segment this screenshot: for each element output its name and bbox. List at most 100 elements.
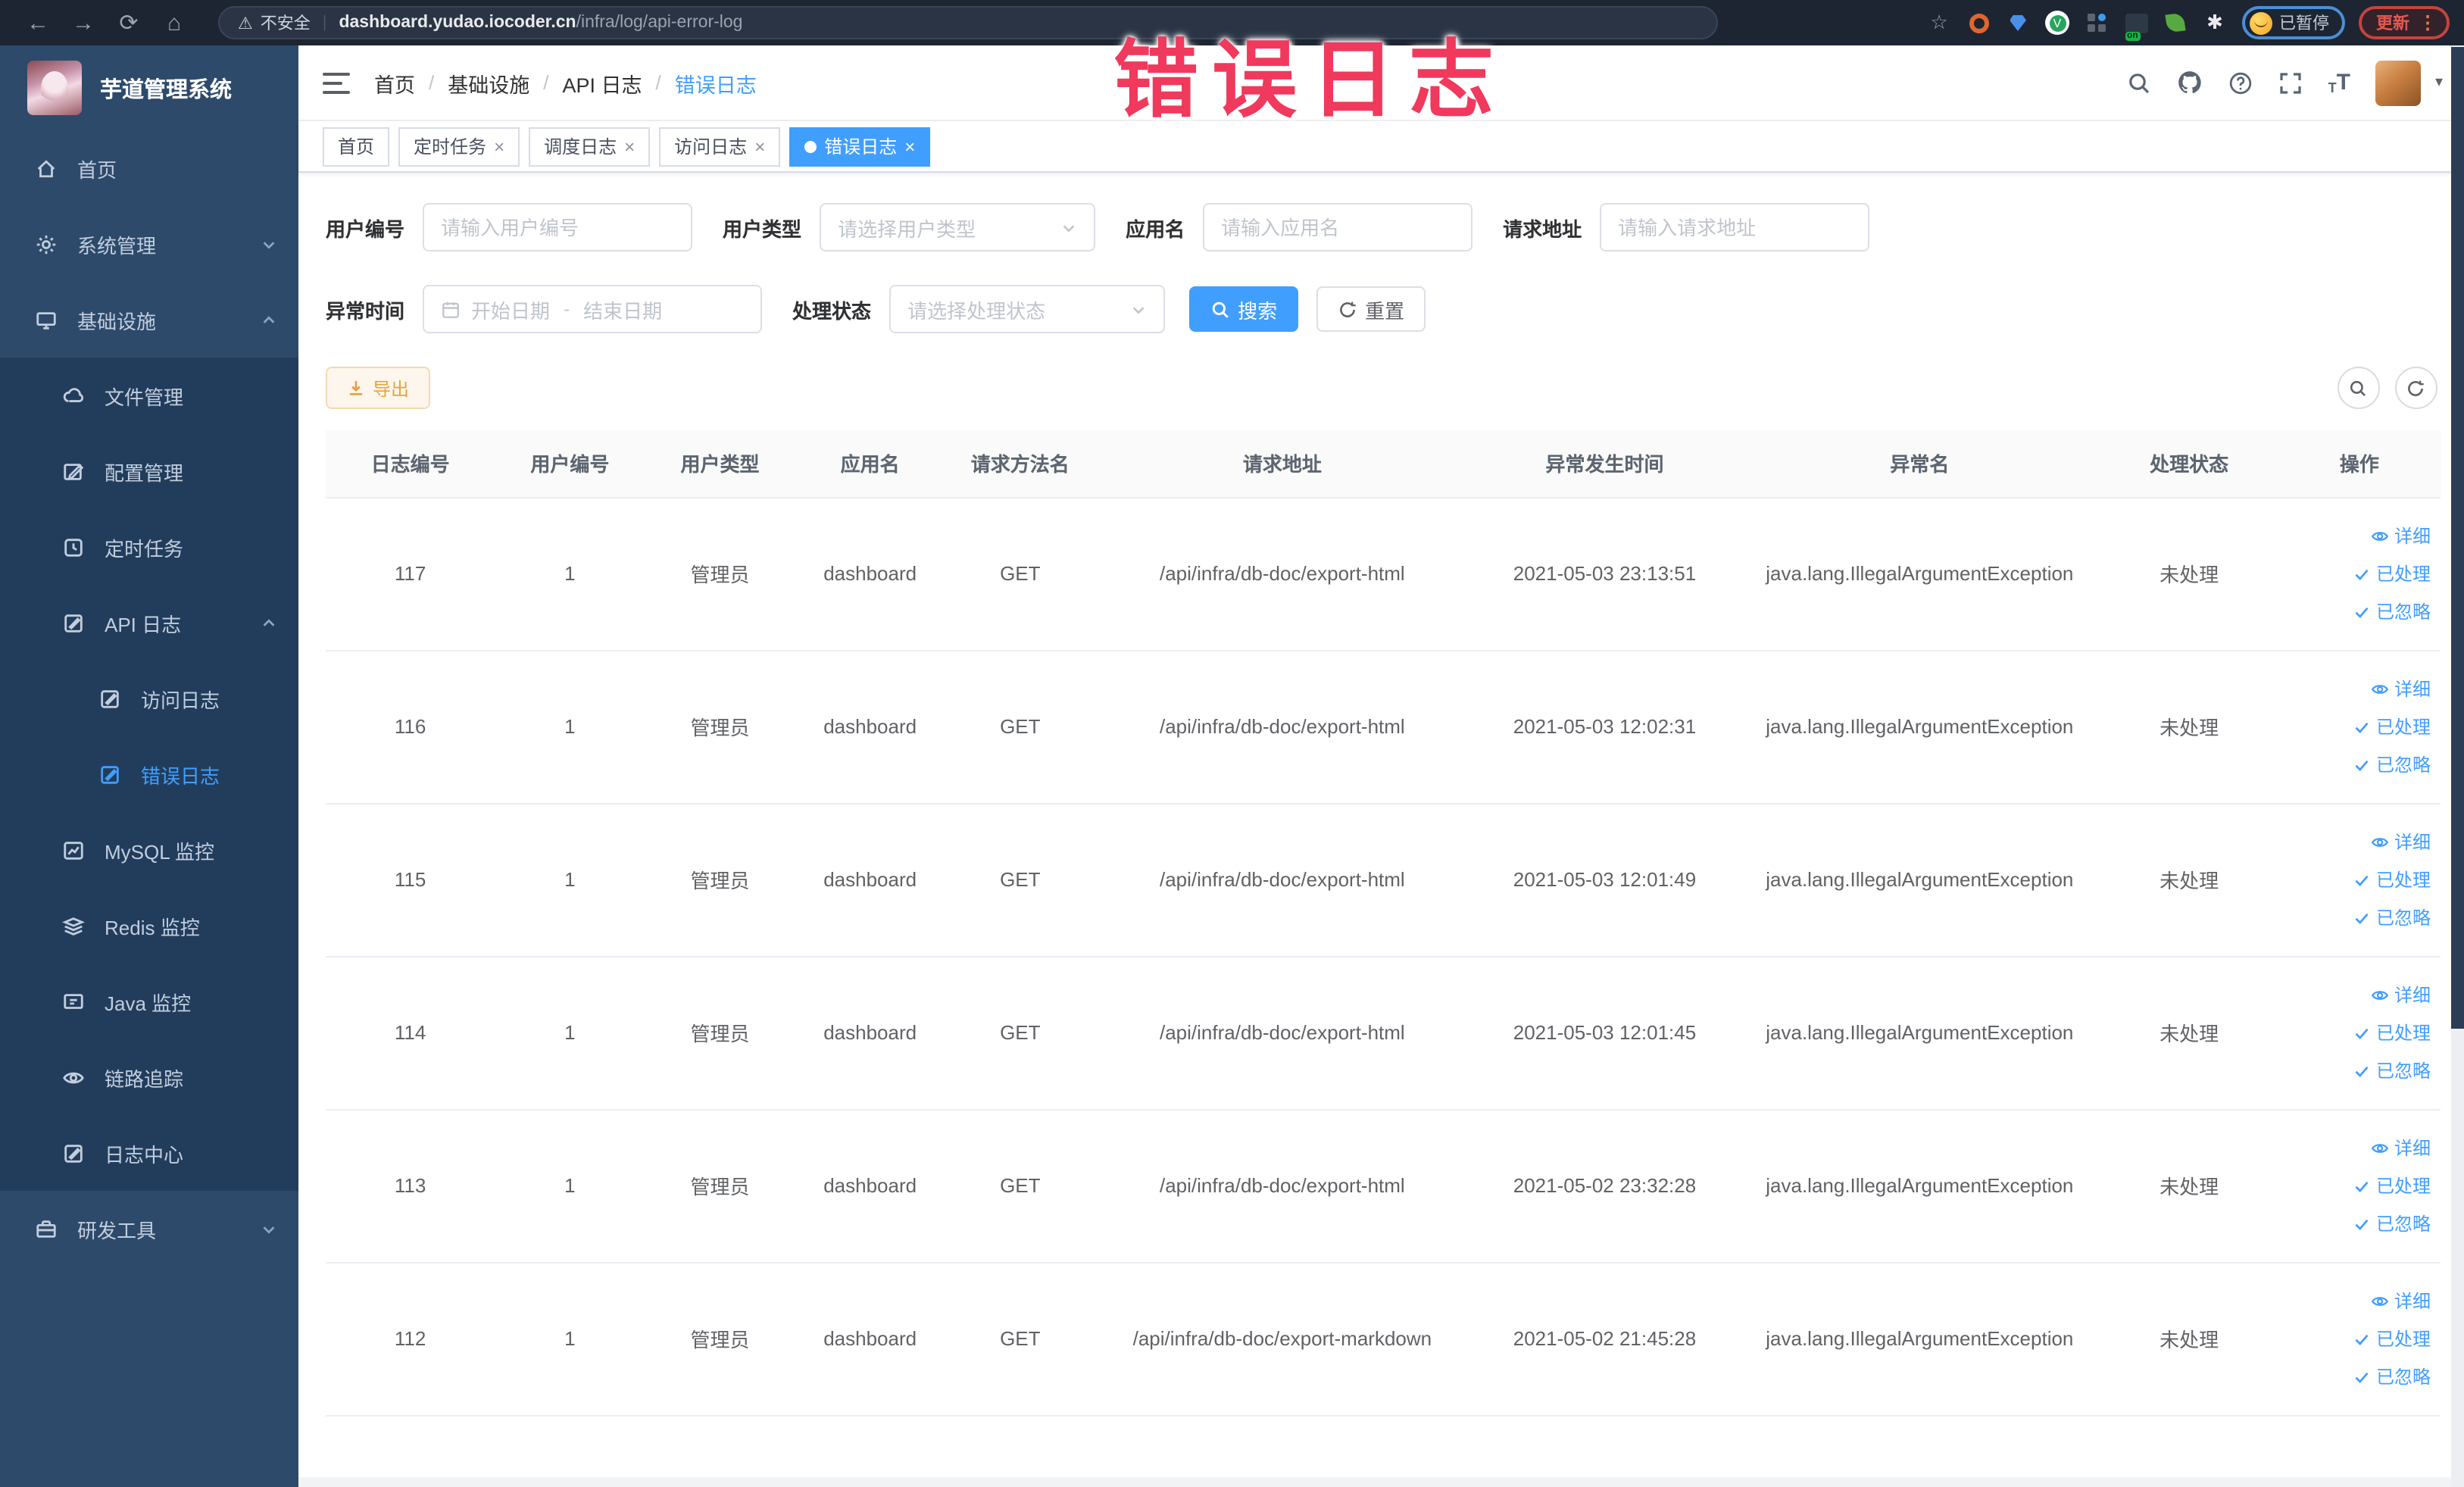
sidebar-item-label: API 日志	[105, 613, 182, 636]
sidebar-item-scheduled-job[interactable]: 定时任务	[0, 509, 298, 585]
detail-link[interactable]: 详细	[2279, 670, 2431, 708]
browser-home-icon[interactable]: ⌂	[151, 5, 197, 41]
export-button[interactable]: 导出	[326, 367, 431, 409]
reset-button[interactable]: 重置	[1316, 286, 1426, 332]
breadcrumb-api-log[interactable]: API 日志	[563, 67, 642, 98]
sidebar-item-label: Java 监控	[105, 992, 192, 1014]
mark-ignored-link[interactable]: 已忽略	[2279, 1357, 2431, 1395]
sidebar-item-file-manage[interactable]: 文件管理	[0, 358, 298, 433]
extension-v-icon[interactable]: V	[2044, 10, 2070, 36]
request-url-field[interactable]	[1600, 203, 1870, 251]
sidebar-item-java-monitor[interactable]: Java 监控	[0, 964, 298, 1039]
cell-user-type: 管理员	[645, 803, 795, 957]
tab-close-icon[interactable]: ×	[754, 136, 765, 157]
tab-close-icon[interactable]: ×	[494, 136, 504, 157]
user-avatar[interactable]	[2375, 60, 2422, 105]
breadcrumb-home[interactable]: 首页	[374, 67, 415, 98]
mark-processed-link[interactable]: 已处理	[2279, 1167, 2431, 1204]
user-id-input[interactable]	[441, 216, 675, 239]
mark-ignored-link[interactable]: 已忽略	[2279, 1204, 2431, 1242]
search-icon[interactable]	[2127, 70, 2151, 95]
cell-user-type: 管理员	[645, 650, 795, 804]
vertical-scrollbar-thumb[interactable]	[2450, 47, 2464, 1029]
cell-exception-name: java.lang.IllegalArgumentException	[1740, 803, 2100, 957]
mark-ignored-link[interactable]: 已忽略	[2279, 898, 2431, 936]
request-url-input[interactable]	[1618, 216, 1852, 239]
cell-actions: 详细 已处理 已忽略	[2278, 497, 2440, 651]
breadcrumb-infra[interactable]: 基础设施	[448, 67, 529, 98]
vertical-scrollbar-track[interactable]	[2450, 45, 2464, 1487]
calendar-icon	[441, 299, 461, 319]
sidebar-item-label: 系统管理	[77, 234, 157, 257]
app-name-field[interactable]	[1203, 203, 1473, 251]
tab-schedule-log[interactable]: 调度日志 ×	[529, 127, 651, 166]
collapse-sidebar-icon[interactable]	[323, 72, 350, 93]
sidebar-item-api-log[interactable]: API 日志	[0, 585, 298, 661]
mark-processed-link[interactable]: 已处理	[2279, 708, 2431, 745]
app-name-input[interactable]	[1221, 216, 1455, 239]
font-size-icon[interactable]: TT	[2328, 70, 2350, 95]
process-status-select[interactable]: 请选择处理状态	[889, 285, 1166, 333]
extension-leaf-icon[interactable]	[2163, 10, 2188, 36]
exception-time-range-picker[interactable]: 开始日期 - 结束日期	[423, 285, 763, 333]
detail-link[interactable]: 详细	[2279, 976, 2431, 1014]
sidebar-item-mysql-monitor[interactable]: MySQL 监控	[0, 812, 298, 888]
extension-switch-icon[interactable]: on	[2123, 10, 2149, 40]
tab-home[interactable]: 首页	[323, 127, 390, 166]
mark-processed-link[interactable]: 已处理	[2279, 1320, 2431, 1357]
mark-ignored-link[interactable]: 已忽略	[2279, 1051, 2431, 1089]
browser-forward-icon[interactable]: →	[61, 5, 106, 41]
tab-access-log[interactable]: 访问日志 ×	[659, 127, 781, 166]
browser-update-button[interactable]: 更新 ⋮	[2358, 6, 2449, 39]
browser-menu-kebab-icon[interactable]: ⋮	[2419, 12, 2437, 33]
user-type-select[interactable]: 请选择用户类型	[820, 203, 1096, 251]
extension-orange-icon[interactable]	[1966, 10, 1991, 36]
bookmark-star-icon[interactable]: ☆	[1926, 10, 1952, 36]
tab-close-icon[interactable]: ×	[904, 136, 915, 157]
sidebar-item-log-center[interactable]: 日志中心	[0, 1115, 298, 1191]
mark-ignored-link[interactable]: 已忽略	[2279, 592, 2431, 630]
horizontal-scrollbar-track[interactable]	[298, 1476, 2464, 1487]
mark-processed-link[interactable]: 已处理	[2279, 1014, 2431, 1051]
refresh-table-button[interactable]	[2394, 367, 2437, 409]
search-button[interactable]: 搜索	[1189, 286, 1299, 332]
fullscreen-icon[interactable]	[2278, 70, 2303, 95]
sidebar-item-error-log[interactable]: 错误日志	[0, 736, 298, 812]
sidebar-item-home[interactable]: 首页	[0, 130, 298, 206]
github-icon[interactable]	[2177, 70, 2203, 95]
cell-method: GET	[945, 1109, 1095, 1263]
detail-link[interactable]: 详细	[2279, 517, 2431, 555]
sidebar-item-access-log[interactable]: 访问日志	[0, 661, 298, 736]
browser-back-icon[interactable]: ←	[15, 5, 61, 41]
logo-row[interactable]: 芋道管理系统	[0, 45, 298, 130]
detail-link[interactable]: 详细	[2279, 1129, 2431, 1167]
extensions-puzzle-icon[interactable]: ✱	[2202, 10, 2228, 36]
avatar-caret-icon[interactable]: ▾	[2435, 74, 2443, 91]
mark-processed-link[interactable]: 已处理	[2279, 861, 2431, 898]
toggle-search-button[interactable]	[2337, 367, 2379, 409]
tab-error-log[interactable]: 错误日志 ×	[789, 127, 931, 166]
sidebar-item-config-manage[interactable]: 配置管理	[0, 433, 298, 509]
browser-reload-icon[interactable]: ⟳	[106, 5, 151, 41]
sidebar-item-system[interactable]: 系统管理	[0, 206, 298, 282]
sidebar-item-trace[interactable]: 链路追踪	[0, 1039, 298, 1115]
extension-pin-icon[interactable]	[2005, 10, 2031, 36]
tab-scheduled-job[interactable]: 定时任务 ×	[398, 127, 520, 166]
browser-profile-button[interactable]: 已暂停	[2241, 6, 2344, 39]
process-status-placeholder: 请选择处理状态	[907, 299, 1046, 322]
mark-ignored-link[interactable]: 已忽略	[2279, 745, 2431, 783]
detail-link[interactable]: 详细	[2279, 1282, 2431, 1320]
sidebar-item-infra[interactable]: 基础设施	[0, 282, 298, 358]
cell-user-id: 1	[495, 497, 645, 651]
col-process-status: 处理状态	[2099, 430, 2279, 498]
sidebar-item-dev-tools[interactable]: 研发工具	[0, 1191, 298, 1267]
sidebar-item-redis-monitor[interactable]: Redis 监控	[0, 888, 298, 964]
mark-processed-link[interactable]: 已处理	[2279, 555, 2431, 592]
extension-grid-icon[interactable]	[2084, 10, 2110, 36]
user-id-field[interactable]	[423, 203, 693, 251]
help-icon[interactable]	[2228, 70, 2253, 95]
detail-link[interactable]: 详细	[2279, 823, 2431, 861]
tab-close-icon[interactable]: ×	[624, 136, 635, 157]
sidebar-item-label: 基础设施	[77, 310, 157, 333]
cell-method: GET	[945, 1262, 1095, 1416]
